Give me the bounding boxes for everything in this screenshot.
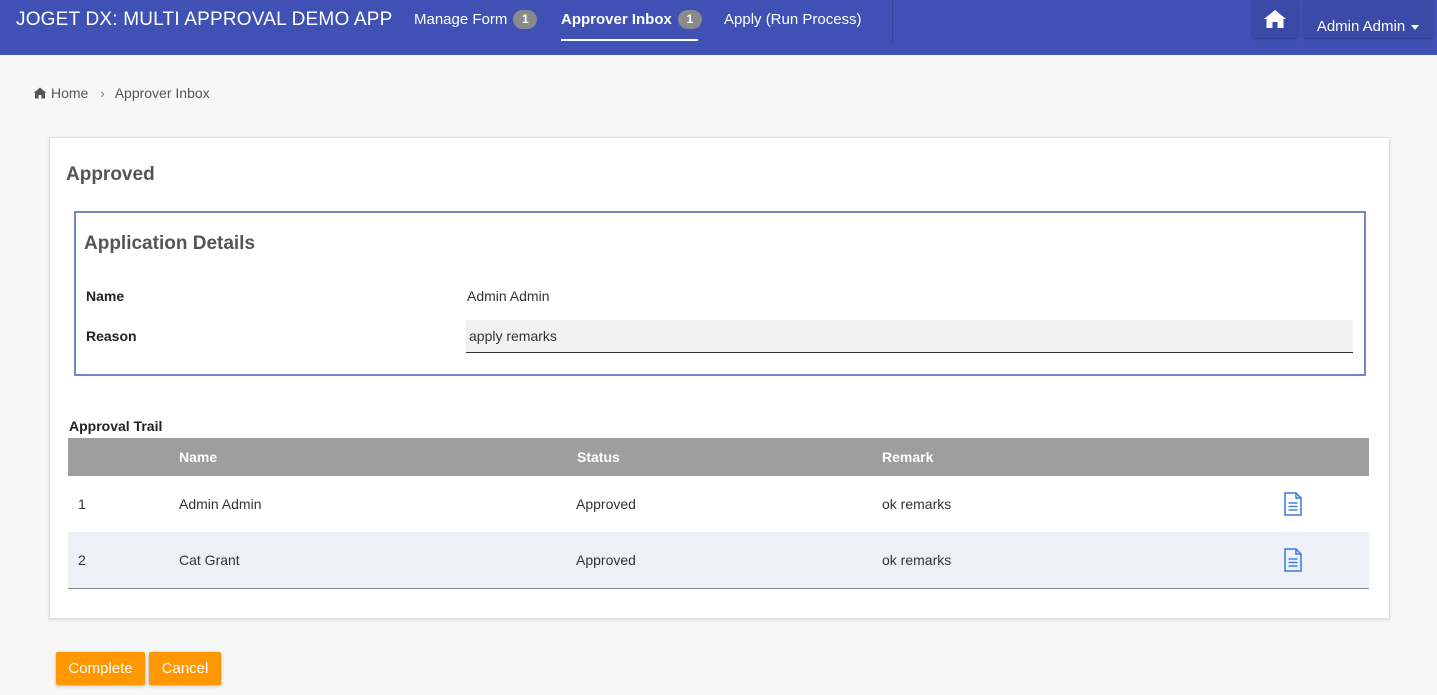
nav-manage-form[interactable]: Manage Form 1 [414, 9, 538, 29]
document-icon[interactable] [1283, 548, 1303, 572]
row-remark: ok remarks [882, 552, 952, 568]
nav-badge: 1 [677, 9, 702, 29]
row-status: Approved [576, 496, 636, 512]
column-header: Status [577, 449, 620, 465]
nav-divider [892, 0, 893, 44]
app-title[interactable]: JOGET DX: MULTI APPROVAL DEMO APP [16, 9, 393, 31]
complete-button[interactable]: Complete [56, 652, 145, 685]
table-row: 1 Admin Admin Approved ok remarks [68, 476, 1369, 532]
column-header: Remark [882, 449, 934, 465]
document-icon[interactable] [1283, 492, 1303, 516]
table-row: 2 Cat Grant Approved ok remarks [68, 532, 1369, 588]
approval-trail-table: Name Status Remark 1 Admin Admin Approve… [68, 438, 1369, 589]
column-header: Name [179, 449, 218, 465]
top-navbar: JOGET DX: MULTI APPROVAL DEMO APP Manage… [0, 0, 1437, 55]
cancel-button[interactable]: Cancel [149, 652, 221, 685]
nav-label: Manage Form [414, 10, 508, 28]
nav-label: Apply (Run Process) [724, 10, 862, 28]
row-number: 1 [78, 496, 86, 512]
form-card: Approved Application Details Name Admin … [49, 137, 1390, 619]
approval-trail-label: Approval Trail [69, 418, 163, 434]
home-icon [33, 87, 47, 99]
form-title: Approved [66, 164, 155, 185]
nav-badge: 1 [513, 9, 538, 29]
row-remark: ok remarks [882, 496, 952, 512]
breadcrumb-home[interactable]: Home [51, 85, 88, 101]
breadcrumb-current: Approver Inbox [114, 85, 210, 101]
chevron-right-icon: › [100, 85, 105, 101]
user-name: Admin Admin [1316, 17, 1406, 35]
reason-field[interactable]: apply remarks [466, 320, 1353, 353]
table-bottom-border [68, 588, 1369, 589]
row-status: Approved [576, 552, 636, 568]
row-number: 2 [78, 552, 86, 568]
section-title: Application Details [84, 233, 256, 254]
application-details-section: Application Details Name Admin Admin Rea… [74, 211, 1366, 376]
caret-down-icon [1411, 24, 1420, 30]
active-tab-indicator [561, 39, 698, 41]
row-name: Cat Grant [179, 552, 240, 568]
name-label: Name [86, 288, 125, 304]
user-menu-button[interactable]: Admin Admin [1303, 0, 1433, 38]
row-name: Admin Admin [179, 496, 262, 512]
table-header: Name Status Remark [68, 438, 1369, 476]
name-value: Admin Admin [467, 288, 550, 304]
breadcrumb: Home › Approver Inbox [33, 85, 210, 101]
nav-approver-inbox[interactable]: Approver Inbox 1 [561, 9, 702, 29]
nav-label: Approver Inbox [561, 10, 672, 28]
reason-label: Reason [86, 328, 137, 344]
home-icon [1264, 10, 1286, 28]
nav-apply-run-process[interactable]: Apply (Run Process) [724, 9, 862, 29]
home-button[interactable] [1252, 0, 1298, 38]
